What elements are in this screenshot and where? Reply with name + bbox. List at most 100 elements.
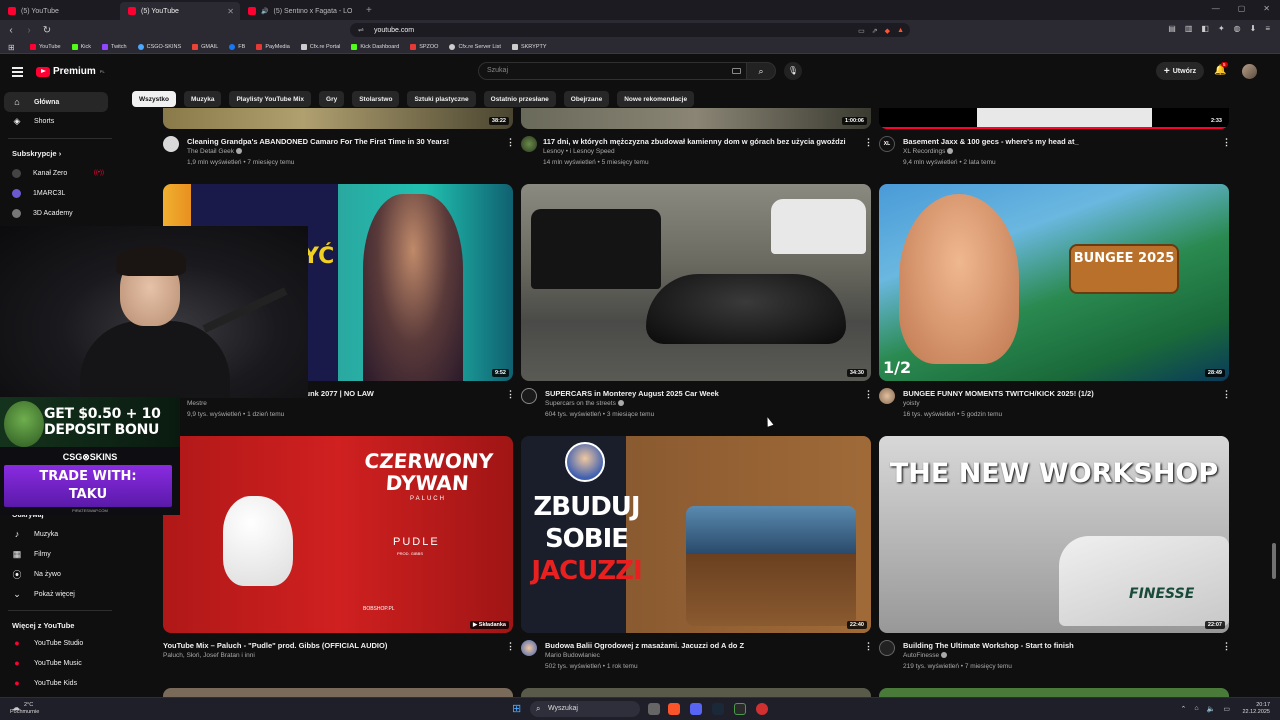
channel-name[interactable]: Supercars on the streets — [545, 400, 624, 407]
channel-name[interactable]: yoisty — [903, 400, 920, 407]
search-input[interactable]: Szukaj — [478, 62, 748, 80]
video-title[interactable]: YouTube Mix – Paluch - "Pudle" prod. Gib… — [163, 641, 387, 650]
bookmark-kick[interactable]: Kick — [71, 43, 91, 50]
forward-icon[interactable]: › — [22, 25, 36, 36]
more-options-icon[interactable]: ⋮ — [1222, 641, 1231, 652]
bookmark-gmail[interactable]: GMAIL — [192, 43, 218, 50]
video-title[interactable]: Budowa Balii Ogrodowej z masażami. Jacuz… — [545, 641, 744, 650]
channel-avatar[interactable] — [521, 388, 537, 404]
bookmark-skrypty[interactable]: SKRYPTY — [511, 43, 547, 50]
chip-woodworking[interactable]: Stolarstwo — [352, 91, 400, 107]
share-icon[interactable]: ⇗ — [872, 27, 878, 35]
video-title[interactable]: rpunk 2077 | NO LAW — [298, 389, 374, 398]
maximize-icon[interactable]: ▢ — [1238, 4, 1246, 13]
video-thumbnail[interactable]: CZERWONY DYWAN PALUCH PUDLE PROD. GIBBS … — [163, 436, 513, 633]
sidebar-item-home[interactable]: ⌂ Główna — [4, 92, 108, 112]
channel-name[interactable]: Mestre — [187, 400, 207, 407]
channel-name[interactable]: XL Recordings — [903, 148, 954, 155]
more-options-icon[interactable]: ⋮ — [864, 137, 873, 148]
windows-start-icon[interactable]: ⊞ — [512, 702, 521, 715]
video-thumbnail[interactable]: BUNGEE 2025 1/2 28:49 — [879, 184, 1229, 381]
video-title[interactable]: SUPERCARS in Monterey August 2025 Car We… — [545, 389, 719, 398]
apps-grid-icon[interactable]: ⊞ — [8, 43, 15, 52]
chip-all[interactable]: Wszystko — [132, 91, 176, 107]
sidebar-item-live[interactable]: ⦿ Na żywo — [4, 564, 108, 584]
more-options-icon[interactable]: ⋮ — [506, 641, 515, 652]
page-scrollbar-thumb[interactable] — [1272, 543, 1276, 579]
close-tab-icon[interactable]: ✕ — [227, 7, 234, 16]
close-window-icon[interactable]: ✕ — [1263, 4, 1270, 13]
browser-tab[interactable]: (5) YouTube — [0, 2, 120, 20]
hamburger-menu-icon[interactable] — [12, 67, 23, 77]
video-thumbnail[interactable] — [521, 688, 871, 697]
video-title[interactable]: BUNGEE FUNNY MOMENTS TWITCH/KICK 2025! (… — [903, 389, 1094, 398]
shield-icon[interactable]: ◆ — [885, 27, 890, 35]
chip-recently-uploaded[interactable]: Ostatnio przesłane — [483, 91, 556, 107]
sidebar-item-youtube-music[interactable]: ● YouTube Music — [4, 653, 108, 673]
youtube-premium-logo[interactable]: Premium PL — [36, 66, 105, 77]
channel-avatar[interactable] — [163, 136, 179, 152]
search-button[interactable]: ⌕ — [746, 62, 776, 80]
obs-icon[interactable] — [756, 703, 768, 715]
chip-music[interactable]: Muzyka — [183, 91, 222, 107]
voice-search-button[interactable]: 🎙 — [784, 62, 802, 80]
bookmark-twitch[interactable]: Twitch — [102, 43, 127, 50]
more-options-icon[interactable]: ⋮ — [864, 641, 873, 652]
more-options-icon[interactable]: ⋮ — [506, 389, 515, 400]
chip-watched[interactable]: Obejrzane — [563, 91, 610, 107]
sidebar-item-youtube-kids[interactable]: ● YouTube Kids — [4, 673, 108, 693]
discord-icon[interactable] — [690, 703, 702, 715]
bookmark-paymedia[interactable]: PayMedia — [256, 43, 290, 50]
channel-name[interactable]: The Detail Geek — [187, 148, 242, 155]
steam-icon[interactable] — [712, 703, 724, 715]
task-view-icon[interactable] — [648, 703, 660, 715]
video-thumbnail[interactable]: ZBUDUJ SOBIE JACUZZI 22:40 — [521, 436, 871, 633]
more-options-icon[interactable]: ⋮ — [864, 389, 873, 400]
chip-youtube-mix[interactable]: Playlisty YouTube Mix — [229, 91, 312, 107]
more-options-icon[interactable]: ⋮ — [1222, 137, 1231, 148]
chip-arts[interactable]: Sztuki plastyczne — [407, 91, 476, 107]
keyboard-icon[interactable] — [732, 68, 741, 74]
account-avatar[interactable] — [1242, 64, 1257, 79]
channel-name[interactable]: Lesnoy • i Lesnoy Speed — [543, 148, 615, 155]
bookmark-kick-dashboard[interactable]: Kick Dashboard — [351, 43, 399, 50]
more-options-icon[interactable]: ⋮ — [506, 137, 515, 148]
sidebar-item-youtube-studio[interactable]: ● YouTube Studio — [4, 633, 108, 653]
brave-browser-icon[interactable] — [668, 703, 680, 715]
subscriptions-heading[interactable]: Subskrypcje › — [12, 149, 61, 158]
reading-list-icon[interactable]: ▥ — [1185, 24, 1193, 33]
video-thumbnail[interactable]: 2:33 — [879, 108, 1229, 129]
bookmark-csgo-skins[interactable]: CSGO-SKINS — [137, 43, 181, 50]
browser-tab-active[interactable]: (5) YouTube ✕ — [120, 2, 240, 20]
sidebar-item-show-more[interactable]: ⌄ Pokaż więcej — [4, 584, 108, 604]
channel-avatar[interactable] — [879, 640, 895, 656]
channel-avatar[interactable] — [521, 136, 537, 152]
chip-new-recommendations[interactable]: Nowe rekomendacje — [617, 91, 695, 107]
channel-name[interactable]: AutoFinesse — [903, 652, 948, 659]
video-thumbnail[interactable]: 1:00:06 — [521, 108, 871, 129]
back-icon[interactable]: ‹ — [4, 25, 18, 36]
taskbar-clock[interactable]: 20:17 22.12.2025 — [1242, 702, 1270, 716]
vpn-icon[interactable]: ◍ — [1234, 24, 1241, 33]
volume-icon[interactable]: 🔈 — [1207, 705, 1216, 713]
bookmark-cfx-portal[interactable]: Cfx.re Portal — [300, 43, 340, 50]
channel-name[interactable]: Paluch, Słoń, Josef Bratan i inni — [163, 652, 255, 659]
bookmark-cfx-server-list[interactable]: Cfx.re Server List — [449, 43, 501, 50]
video-title[interactable]: Building The Ultimate Workshop - Start t… — [903, 641, 1074, 650]
tray-expand-icon[interactable]: ⌃ — [1181, 705, 1187, 713]
chip-games[interactable]: Gry — [319, 91, 345, 107]
taskbar-search[interactable]: ⌕ Wyszukaj — [530, 701, 640, 717]
network-icon[interactable]: ⌂ — [1194, 705, 1198, 713]
reload-icon[interactable]: ↻ — [40, 25, 54, 36]
terminal-icon[interactable] — [734, 703, 746, 715]
channel-avatar[interactable] — [521, 640, 537, 656]
menu-icon[interactable]: ≡ — [1265, 24, 1270, 33]
video-title[interactable]: Basement Jaxx & 100 gecs - where's my he… — [903, 137, 1079, 146]
install-icon[interactable]: ▭ — [858, 27, 865, 35]
video-thumbnail[interactable] — [879, 688, 1229, 697]
video-thumbnail[interactable]: 38:22 — [163, 108, 513, 129]
battery-icon[interactable]: ▭ — [1223, 705, 1230, 713]
bookmark-spzoo[interactable]: SPZOO — [410, 43, 438, 50]
channel-avatar[interactable]: XL — [879, 136, 895, 152]
minimize-icon[interactable]: — — [1212, 4, 1220, 13]
